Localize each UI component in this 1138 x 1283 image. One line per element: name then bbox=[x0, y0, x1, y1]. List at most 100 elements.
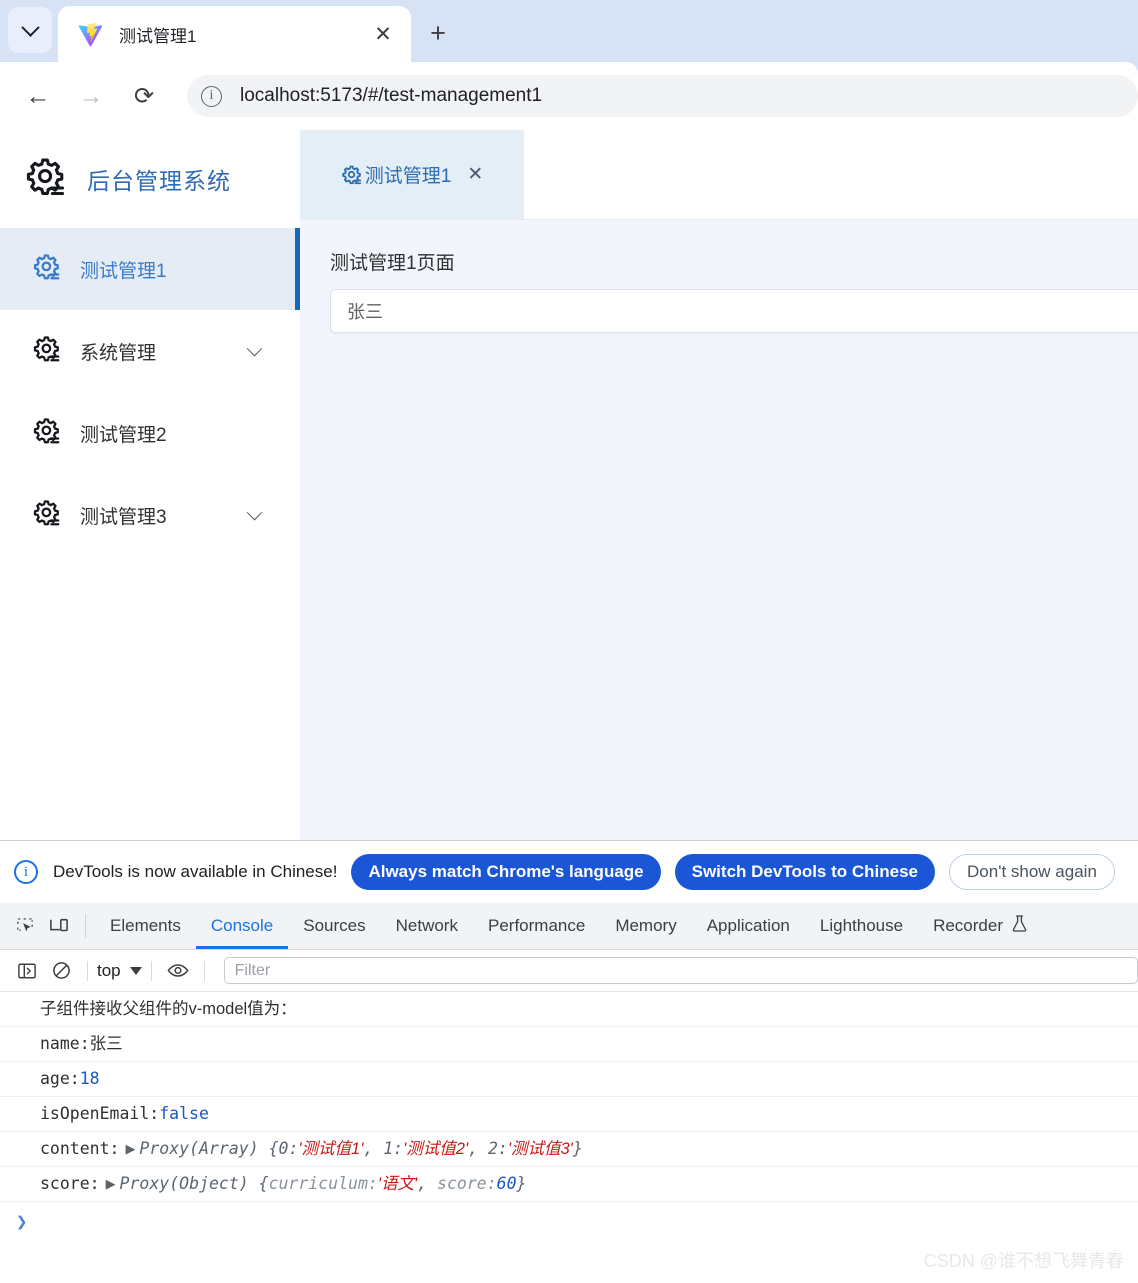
app-tab-bar: 测试管理1 ✕ bbox=[300, 130, 1138, 220]
console-key: name: bbox=[40, 1034, 90, 1053]
app-tab-test-management-1[interactable]: 测试管理1 ✕ bbox=[300, 130, 524, 219]
address-bar[interactable]: i localhost:5173/#/test-management1 bbox=[187, 75, 1138, 117]
console-value: false bbox=[159, 1104, 209, 1123]
sidebar-item-label: 系统管理 bbox=[80, 342, 157, 364]
array-index: 0: bbox=[278, 1139, 299, 1158]
close-icon[interactable]: ✕ bbox=[467, 163, 483, 186]
new-tab-button[interactable]: + bbox=[420, 15, 456, 51]
tab-sources[interactable]: Sources bbox=[288, 903, 380, 949]
browser-tab[interactable]: 测试管理1 ✕ bbox=[58, 6, 411, 62]
console-row: isOpenEmail: false bbox=[0, 1097, 1138, 1132]
console-message: 子组件接收父组件的v-model值为： bbox=[40, 1000, 297, 1018]
application-window: 后台管理系统 测试管理1 系统管理 测试管理2 测试管理3 测试管理1 ✕ 测试… bbox=[0, 130, 1138, 840]
array-index: 2: bbox=[487, 1139, 508, 1158]
divider bbox=[203, 960, 205, 981]
console-key: score: bbox=[40, 1174, 100, 1193]
address-bar-url: localhost:5173/#/test-management1 bbox=[240, 85, 543, 106]
vite-logo-icon bbox=[78, 22, 103, 47]
console-row: content: ▶ Proxy(Array) { 0: '测试值1' , 1:… bbox=[0, 1132, 1138, 1167]
object-prop-name: score: bbox=[437, 1174, 497, 1193]
name-input[interactable]: 张三 bbox=[330, 289, 1138, 333]
forward-button[interactable]: → bbox=[71, 76, 111, 116]
console-row: age: 18 bbox=[0, 1062, 1138, 1097]
dont-show-again-button[interactable]: Don't show again bbox=[949, 854, 1115, 890]
divider bbox=[87, 960, 88, 981]
info-circle-icon[interactable]: i bbox=[201, 85, 222, 107]
main-area: 测试管理1 ✕ 测试管理1页面 张三 bbox=[300, 130, 1138, 840]
sidebar: 后台管理系统 测试管理1 系统管理 测试管理2 测试管理3 bbox=[0, 130, 300, 840]
page-title: 测试管理1页面 bbox=[330, 253, 455, 274]
gear-icon bbox=[32, 334, 62, 369]
device-toolbar-icon[interactable] bbox=[42, 903, 76, 949]
object-prop-value: 60 bbox=[496, 1174, 517, 1193]
page-content: 测试管理1页面 张三 bbox=[300, 220, 1138, 840]
sidebar-item-test-management-1[interactable]: 测试管理1 bbox=[0, 228, 300, 310]
array-index: 1: bbox=[383, 1139, 404, 1158]
devtools-tab-bar: Elements Console Sources Network Perform… bbox=[0, 903, 1138, 950]
live-expression-icon[interactable] bbox=[161, 956, 195, 986]
tab-performance[interactable]: Performance bbox=[473, 903, 600, 949]
chevron-down-icon[interactable] bbox=[246, 504, 263, 520]
sidebar-item-label: 测试管理3 bbox=[80, 506, 167, 528]
console-sidebar-icon[interactable] bbox=[10, 956, 44, 986]
sidebar-item-system-management[interactable]: 系统管理 bbox=[0, 310, 300, 392]
banner-message: DevTools is now available in Chinese! bbox=[53, 862, 338, 881]
gear-icon bbox=[32, 498, 62, 533]
switch-devtools-to-chinese-button[interactable]: Switch DevTools to Chinese bbox=[674, 854, 936, 890]
console-row: 子组件接收父组件的v-model值为： bbox=[0, 992, 1138, 1027]
devtools-panel: i DevTools is now available in Chinese! … bbox=[0, 840, 1138, 1283]
sidebar-item-test-management-2[interactable]: 测试管理2 bbox=[0, 392, 300, 474]
caret-down-icon bbox=[129, 966, 142, 975]
close-icon[interactable]: ✕ bbox=[369, 20, 397, 48]
watermark: CSDN @谁不想飞舞青春 bbox=[923, 1251, 1124, 1271]
console-row: name: 张三 bbox=[0, 1027, 1138, 1062]
tab-elements[interactable]: Elements bbox=[95, 903, 196, 949]
tab-memory[interactable]: Memory bbox=[600, 903, 691, 949]
tab-recorder[interactable]: Recorder bbox=[918, 903, 1042, 949]
gear-icon bbox=[32, 416, 62, 451]
brand-header: 后台管理系统 bbox=[0, 130, 300, 228]
inspect-element-icon[interactable] bbox=[8, 903, 42, 949]
object-prop-value: '语文' bbox=[377, 1175, 418, 1193]
tab-application[interactable]: Application bbox=[692, 903, 805, 949]
info-circle-icon: i bbox=[14, 860, 38, 884]
array-value: '测试值1' bbox=[298, 1140, 364, 1158]
divider bbox=[150, 960, 152, 981]
sidebar-item-label: 测试管理2 bbox=[80, 424, 167, 446]
devtools-language-banner: i DevTools is now available in Chinese! … bbox=[0, 841, 1138, 903]
browser-chrome: 测试管理1 ✕ + ← → ⟳ i localhost:5173/#/test-… bbox=[0, 0, 1138, 130]
console-output: 子组件接收父组件的v-model值为： name: 张三 age: 18 isO… bbox=[0, 992, 1138, 1242]
brand-title: 后台管理系统 bbox=[87, 168, 231, 194]
sidebar-item-test-management-3[interactable]: 测试管理3 bbox=[0, 474, 300, 556]
tab-recorder-label: Recorder bbox=[933, 916, 1003, 935]
always-match-language-button[interactable]: Always match Chrome's language bbox=[351, 854, 661, 890]
console-prompt[interactable]: ❯ bbox=[0, 1202, 1138, 1242]
execution-context-label: top bbox=[97, 960, 121, 980]
chevron-down-icon bbox=[20, 17, 40, 37]
console-proxy-type: Proxy(Array) bbox=[139, 1139, 259, 1158]
expand-triangle-icon[interactable]: ▶ bbox=[125, 1132, 135, 1166]
console-filter-input[interactable]: Filter bbox=[223, 957, 1138, 984]
back-button[interactable]: ← bbox=[18, 76, 58, 116]
console-key: isOpenEmail: bbox=[40, 1104, 160, 1123]
console-toolbar: top Filter bbox=[0, 950, 1138, 992]
tab-network[interactable]: Network bbox=[381, 903, 473, 949]
clear-console-icon[interactable] bbox=[44, 956, 78, 986]
array-value: '测试值2' bbox=[403, 1140, 469, 1158]
divider bbox=[85, 914, 86, 938]
chevron-down-icon[interactable] bbox=[246, 340, 263, 356]
tab-search-button[interactable] bbox=[8, 7, 52, 53]
gear-icon bbox=[24, 155, 68, 204]
tab-strip: 测试管理1 ✕ + bbox=[0, 0, 1138, 62]
reload-button[interactable]: ⟳ bbox=[124, 76, 164, 116]
sidebar-menu: 测试管理1 系统管理 测试管理2 测试管理3 bbox=[0, 228, 300, 556]
browser-tab-title: 测试管理1 bbox=[119, 26, 197, 46]
console-value: 18 bbox=[79, 1069, 100, 1088]
gear-icon bbox=[341, 164, 363, 186]
execution-context-selector[interactable]: top bbox=[97, 961, 142, 981]
expand-triangle-icon[interactable]: ▶ bbox=[106, 1167, 116, 1201]
tab-lighthouse[interactable]: Lighthouse bbox=[805, 903, 918, 949]
tab-console[interactable]: Console bbox=[196, 903, 288, 949]
object-prop-name: curriculum: bbox=[268, 1174, 378, 1193]
browser-toolbar: ← → ⟳ i localhost:5173/#/test-management… bbox=[0, 62, 1138, 130]
